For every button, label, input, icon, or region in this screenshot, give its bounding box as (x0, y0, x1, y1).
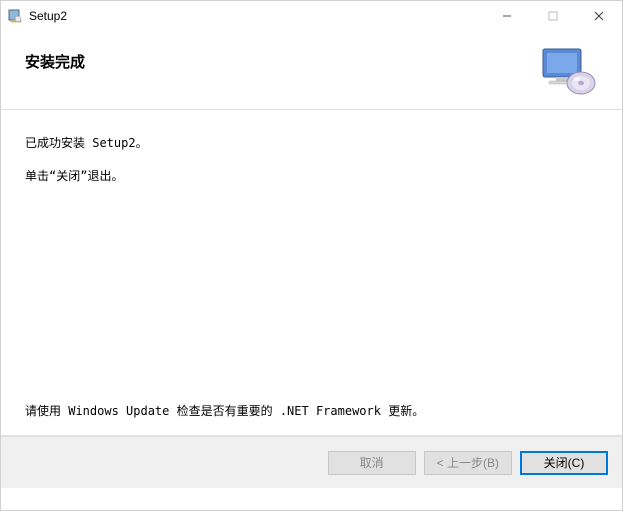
titlebar: Setup2 (1, 1, 622, 31)
window-controls (484, 1, 622, 31)
back-button: < 上一步(B) (424, 451, 512, 475)
close-action-button[interactable]: 关闭(C) (520, 451, 608, 475)
close-button[interactable] (576, 1, 622, 31)
installer-icon (7, 8, 23, 24)
maximize-button (530, 1, 576, 31)
footer: 取消 < 上一步(B) 关闭(C) (1, 436, 622, 488)
minimize-button[interactable] (484, 1, 530, 31)
update-note: 请使用 Windows Update 检查是否有重要的 .NET Framewo… (25, 402, 598, 419)
body: 已成功安装 Setup2。 单击“关闭”退出。 请使用 Windows Upda… (1, 110, 622, 435)
computer-disc-icon (538, 45, 598, 99)
spacer (25, 200, 598, 402)
instruction-text: 单击“关闭”退出。 (25, 167, 598, 184)
window-title: Setup2 (29, 9, 484, 23)
header: 安装完成 (1, 31, 622, 109)
cancel-button: 取消 (328, 451, 416, 475)
page-title: 安装完成 (25, 45, 85, 72)
success-message: 已成功安装 Setup2。 (25, 134, 598, 151)
